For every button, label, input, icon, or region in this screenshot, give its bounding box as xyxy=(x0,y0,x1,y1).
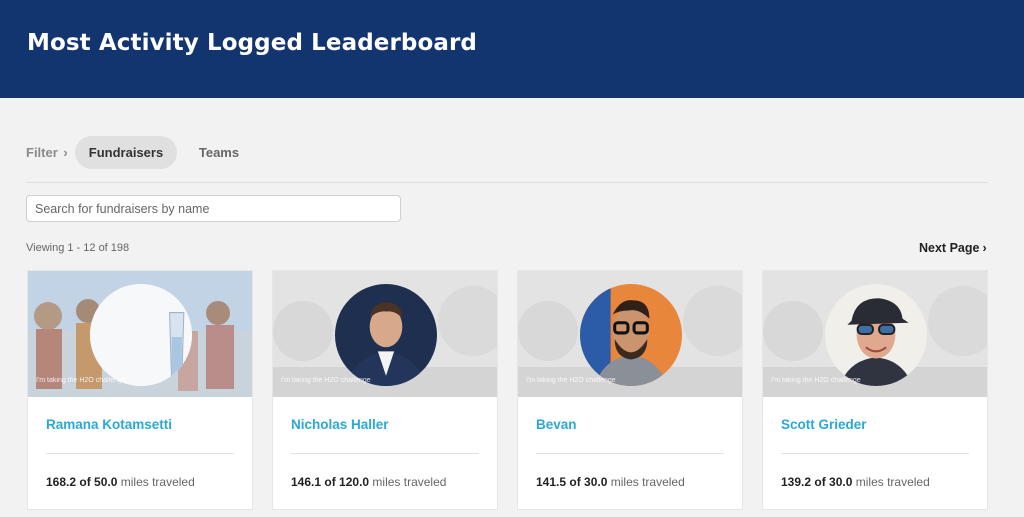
avatar xyxy=(580,284,682,386)
miles-stats: 168.2 of 50.0 miles traveled xyxy=(46,475,195,489)
profile-photo xyxy=(825,284,927,386)
fundraiser-card[interactable]: I'm taking the H2O challenge Nicholas Ha… xyxy=(272,270,498,510)
divider xyxy=(291,453,479,454)
of-label: of xyxy=(569,475,581,489)
banner-caption: I'm taking the H2O challenge xyxy=(281,377,371,384)
miles-goal: 50.0 xyxy=(94,475,118,489)
divider xyxy=(46,453,234,454)
profile-photo xyxy=(580,284,682,386)
card-banner: I'm taking the H2O challenge xyxy=(763,271,987,397)
miles-stats: 141.5 of 30.0 miles traveled xyxy=(536,475,685,489)
miles-stats: 139.2 of 30.0 miles traveled xyxy=(781,475,930,489)
fundraiser-name[interactable]: Bevan xyxy=(536,417,577,432)
water-glass-icon xyxy=(90,284,192,386)
banner-caption: I'm taking the H2O challenge xyxy=(36,377,126,384)
page-title: Most Activity Logged Leaderboard xyxy=(27,30,477,56)
miles-unit: miles traveled xyxy=(372,475,447,489)
miles-unit: miles traveled xyxy=(855,475,930,489)
next-page-label: Next Page xyxy=(919,241,980,255)
miles-unit: miles traveled xyxy=(120,475,195,489)
chevron-right-icon: › xyxy=(982,241,987,255)
viewing-count: Viewing 1 - 12 of 198 xyxy=(26,242,130,254)
next-page-button[interactable]: Next Page › xyxy=(919,241,987,255)
profile-photo xyxy=(335,284,437,386)
avatar xyxy=(825,284,927,386)
tab-teams[interactable]: Teams xyxy=(184,136,254,169)
of-label: of xyxy=(79,475,91,489)
miles-logged: 168.2 xyxy=(46,475,77,489)
fundraiser-name[interactable]: Ramana Kotamsetti xyxy=(46,417,172,432)
tab-fundraisers[interactable]: Fundraisers xyxy=(75,136,177,169)
fundraiser-card[interactable]: I'm taking the H2O challenge Bevan 141.5… xyxy=(517,270,743,510)
avatar xyxy=(335,284,437,386)
filter-label-text: Filter xyxy=(26,145,58,160)
fundraiser-card[interactable]: I'm taking the H2O challenge Ramana Kota… xyxy=(27,270,253,510)
of-label: of xyxy=(324,475,336,489)
card-banner: I'm taking the H2O challenge xyxy=(518,271,742,397)
divider xyxy=(781,453,969,454)
banner-caption: I'm taking the H2O challenge xyxy=(526,377,616,384)
filter-label: Filter › xyxy=(26,145,68,160)
search-input[interactable] xyxy=(26,195,401,222)
miles-logged: 139.2 xyxy=(781,475,812,489)
miles-goal: 30.0 xyxy=(829,475,853,489)
of-label: of xyxy=(814,475,826,489)
miles-logged: 141.5 xyxy=(536,475,567,489)
page-header: Most Activity Logged Leaderboard xyxy=(0,0,1024,98)
miles-goal: 120.0 xyxy=(339,475,370,489)
divider xyxy=(536,453,724,454)
chevron-right-icon: › xyxy=(63,145,68,160)
avatar xyxy=(90,284,192,386)
fundraiser-name[interactable]: Nicholas Haller xyxy=(291,417,389,432)
miles-stats: 146.1 of 120.0 miles traveled xyxy=(291,475,446,489)
banner-caption: I'm taking the H2O challenge xyxy=(771,377,861,384)
miles-logged: 146.1 xyxy=(291,475,322,489)
card-banner: I'm taking the H2O challenge xyxy=(273,271,497,397)
miles-goal: 30.0 xyxy=(584,475,608,489)
fundraiser-card[interactable]: I'm taking the H2O challenge Scott Gried… xyxy=(762,270,988,510)
miles-unit: miles traveled xyxy=(610,475,685,489)
fundraiser-name[interactable]: Scott Grieder xyxy=(781,417,867,432)
divider xyxy=(26,182,988,183)
card-banner: I'm taking the H2O challenge xyxy=(28,271,252,397)
